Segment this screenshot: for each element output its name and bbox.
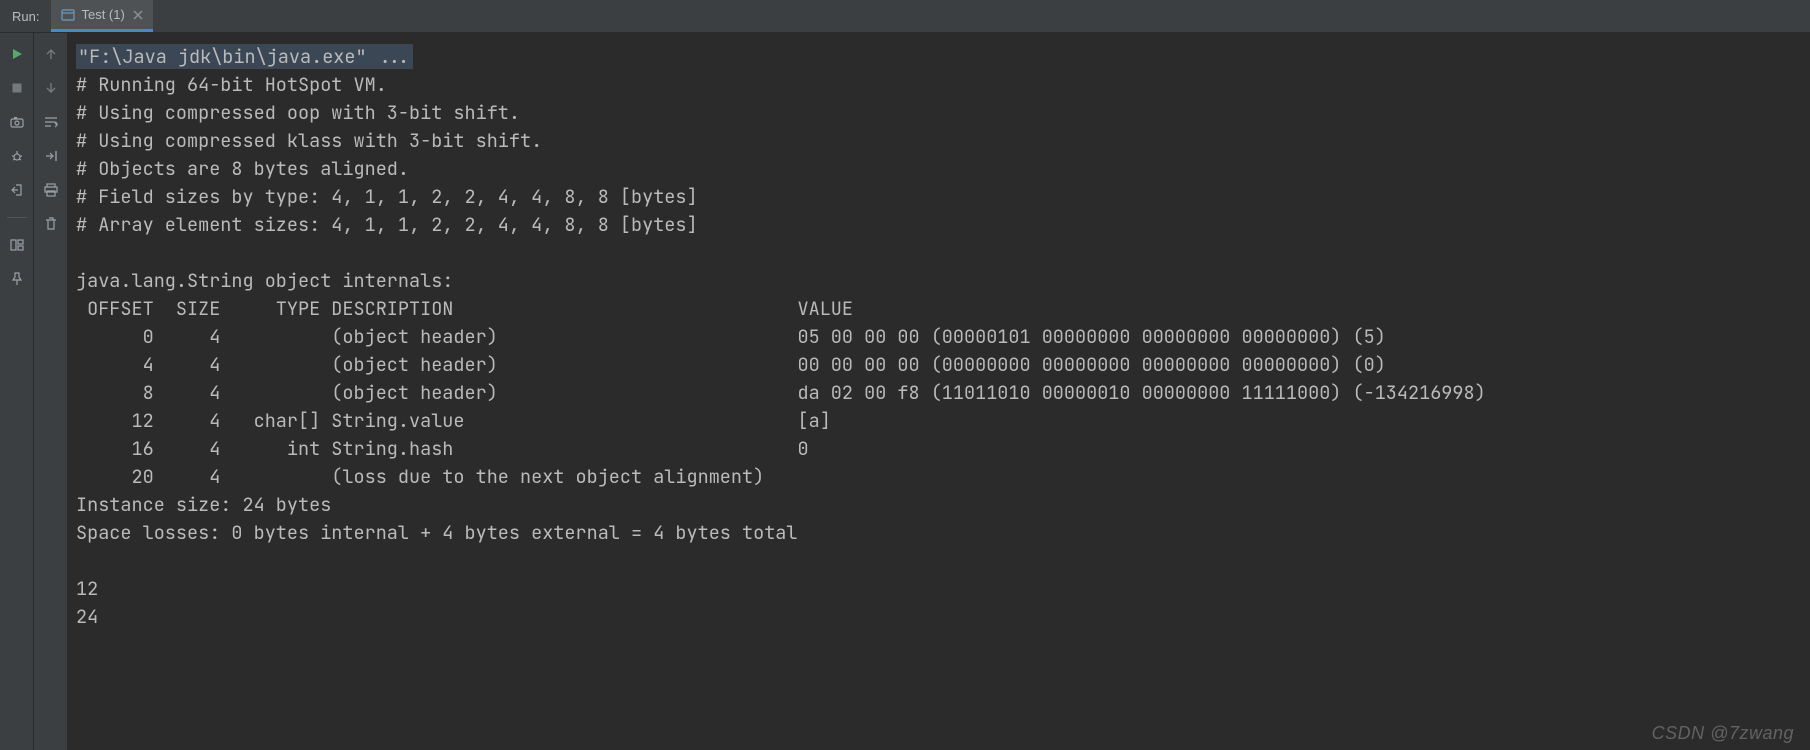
- trash-icon[interactable]: [40, 213, 62, 235]
- run-label: Run:: [0, 0, 51, 32]
- wrap-icon[interactable]: [40, 111, 62, 133]
- run-config-icon: [61, 8, 75, 22]
- gutter-left: [0, 33, 34, 750]
- camera-icon[interactable]: [6, 111, 28, 133]
- run-tab[interactable]: Test (1): [51, 0, 152, 32]
- arrow-up-icon[interactable]: [40, 43, 62, 65]
- watermark: CSDN @7zwang: [1652, 723, 1794, 744]
- run-tab-label: Test (1): [81, 7, 124, 22]
- bug-icon[interactable]: [6, 145, 28, 167]
- exit-icon[interactable]: [6, 179, 28, 201]
- content-wrap: "F:\Java jdk\bin\java.exe" ... # Running…: [0, 33, 1810, 750]
- console-output[interactable]: "F:\Java jdk\bin\java.exe" ... # Running…: [68, 33, 1810, 750]
- separator: [7, 217, 27, 218]
- layout-icon[interactable]: [6, 234, 28, 256]
- run-header: Run: Test (1): [0, 0, 1810, 33]
- scroll-icon[interactable]: [40, 145, 62, 167]
- play-icon[interactable]: [6, 43, 28, 65]
- console-command: "F:\Java jdk\bin\java.exe" ...: [76, 44, 413, 69]
- close-icon[interactable]: [131, 8, 145, 22]
- print-icon[interactable]: [40, 179, 62, 201]
- arrow-down-icon[interactable]: [40, 77, 62, 99]
- gutter-mid: [34, 33, 68, 750]
- stop-icon[interactable]: [6, 77, 28, 99]
- pin-icon[interactable]: [6, 268, 28, 290]
